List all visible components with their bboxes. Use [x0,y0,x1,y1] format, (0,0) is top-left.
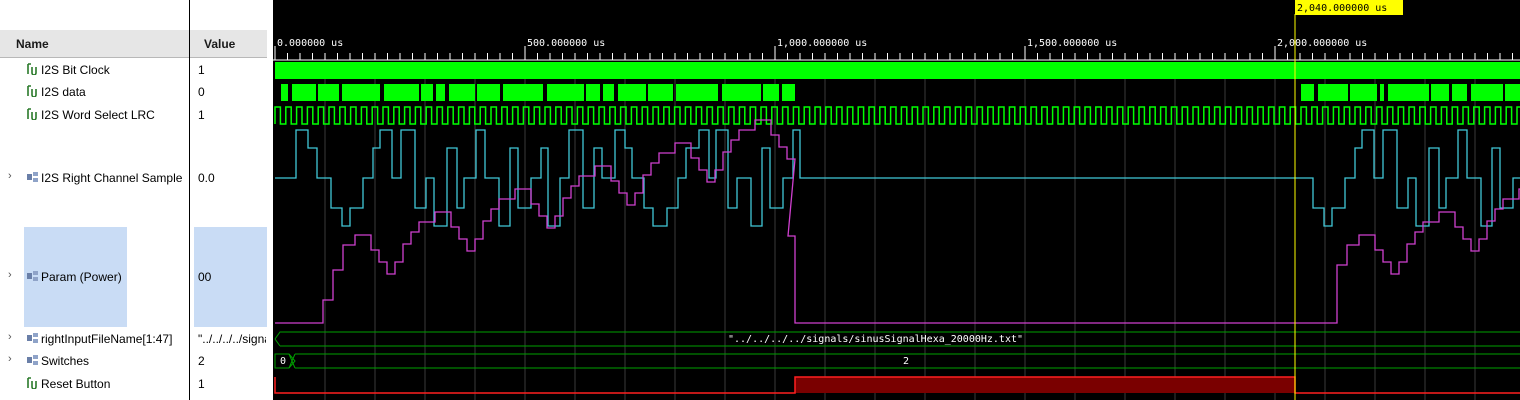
signal-name-panel: Name I2S Bit Clock I2S data I2S Word Selec… [0,0,189,400]
signal-name-label: Switches [41,354,90,368]
data-bit-block [1452,84,1467,101]
time-tick-label: 1,000.000000 us [777,38,867,49]
signal-row-i2s-right-channel-sample[interactable]: › I2S Right Channel Sample [0,170,189,186]
data-bit-block [763,84,779,101]
data-bit-block [722,84,761,101]
data-bit-block [1318,84,1348,101]
data-bit-block [1471,84,1503,101]
signal-name-label: I2S Right Channel Sample [41,171,183,185]
bus-signal-icon [26,270,40,285]
logic-signal-icon [26,108,38,123]
bus-signal-icon [26,354,40,369]
data-bit-block [618,84,646,101]
data-bit-block [1388,84,1429,101]
data-bit-block [342,84,380,101]
signal-value-switches: 2 [198,354,205,368]
signal-row-reset-button[interactable]: Reset Button [0,376,189,392]
logic-signal-icon [26,63,38,78]
logic-signal-icon [26,377,38,392]
signal-value-i2s-right-channel-sample: 0.0 [198,171,215,185]
data-bit-block [586,84,600,101]
right-channel-sample-waveform [275,129,1520,227]
switches-bus-value: 2 [903,356,909,367]
data-bit-block [1505,84,1520,101]
data-bit-block [281,84,288,101]
signal-name-label: I2S Word Select LRC [41,108,155,122]
data-bit-block [449,84,475,101]
signal-row-i2s-word-select-lrc[interactable]: I2S Word Select LRC [0,107,189,123]
signal-name-label: Reset Button [41,377,111,391]
signal-row-param-power[interactable]: › Param (Power) [0,269,189,285]
data-bit-block [603,84,614,101]
signal-row-switches[interactable]: › Switches [0,353,189,369]
data-bit-block [1301,84,1314,101]
expand-chevron-icon[interactable]: › [8,353,12,365]
time-tick-label: 2,000.000000 us [1277,38,1367,49]
data-bit-block [421,84,433,101]
data-bit-block [292,84,316,101]
waveform-canvas[interactable]: 0.000000 us 500.000000 us 1,000.000000 us 1… [273,0,1520,400]
logic-signal-icon [26,85,38,100]
reset-high-region [795,377,1295,393]
signal-row-rightinputfilename-1-47[interactable]: › rightInputFileName[1:47] [0,331,189,347]
bus-signal-icon [26,332,40,347]
signal-value-i2s-bit-clock: 1 [198,63,205,77]
file-name-bus-value: "../../../../signals/sinusSignalHexa_200… [728,334,1023,345]
data-bit-block [547,84,584,101]
signal-name-label: I2S data [41,85,86,99]
bus-signal-icon [26,171,40,186]
signal-row-i2s-bit-clock[interactable]: I2S Bit Clock [0,62,189,78]
data-bit-block [1380,84,1384,101]
signal-value-rightinputfilename-1-47: "../../../../signa [198,332,266,346]
name-column-header[interactable]: Name [0,30,189,58]
signal-value-panel: Value 1 0 1 0.0 00 "../../../../signa 2 1 [190,0,267,400]
signal-name-label: Param (Power) [41,270,122,284]
data-bit-block [648,84,673,101]
data-bit-block [384,84,419,101]
data-bit-block [436,84,445,101]
value-column-header[interactable]: Value [190,30,267,58]
data-bit-block [1350,84,1377,101]
data-bit-block [676,84,718,101]
expand-chevron-icon[interactable]: › [8,170,12,182]
signal-value-i2s-word-select-lrc: 1 [198,108,205,122]
switches-initial-value: 0 [280,356,286,367]
signal-name-label: I2S Bit Clock [41,63,110,77]
data-bit-block [503,84,543,101]
signal-row-i2s-data[interactable]: I2S data [0,84,189,100]
time-tick-label: 1,500.000000 us [1027,38,1117,49]
signal-name-label: rightInputFileName[1:47] [41,332,173,346]
bit-clock-waveform [275,62,1520,79]
signal-value-param-power: 00 [198,270,212,284]
time-tick-label: 0.000000 us [277,38,343,49]
cursor-time-label: 2,040.000000 us [1297,3,1387,14]
signal-value-i2s-data: 0 [198,85,205,99]
expand-chevron-icon[interactable]: › [8,269,12,281]
signal-value-reset-button: 1 [198,377,205,391]
word-select-waveform [274,106,1520,125]
param-power-waveform [275,119,1520,324]
expand-chevron-icon[interactable]: › [8,331,12,343]
data-bit-block [477,84,500,101]
time-tick-label: 500.000000 us [527,38,605,49]
data-bit-block [318,84,339,101]
data-bit-block [1431,84,1449,101]
data-bit-block [782,84,795,101]
